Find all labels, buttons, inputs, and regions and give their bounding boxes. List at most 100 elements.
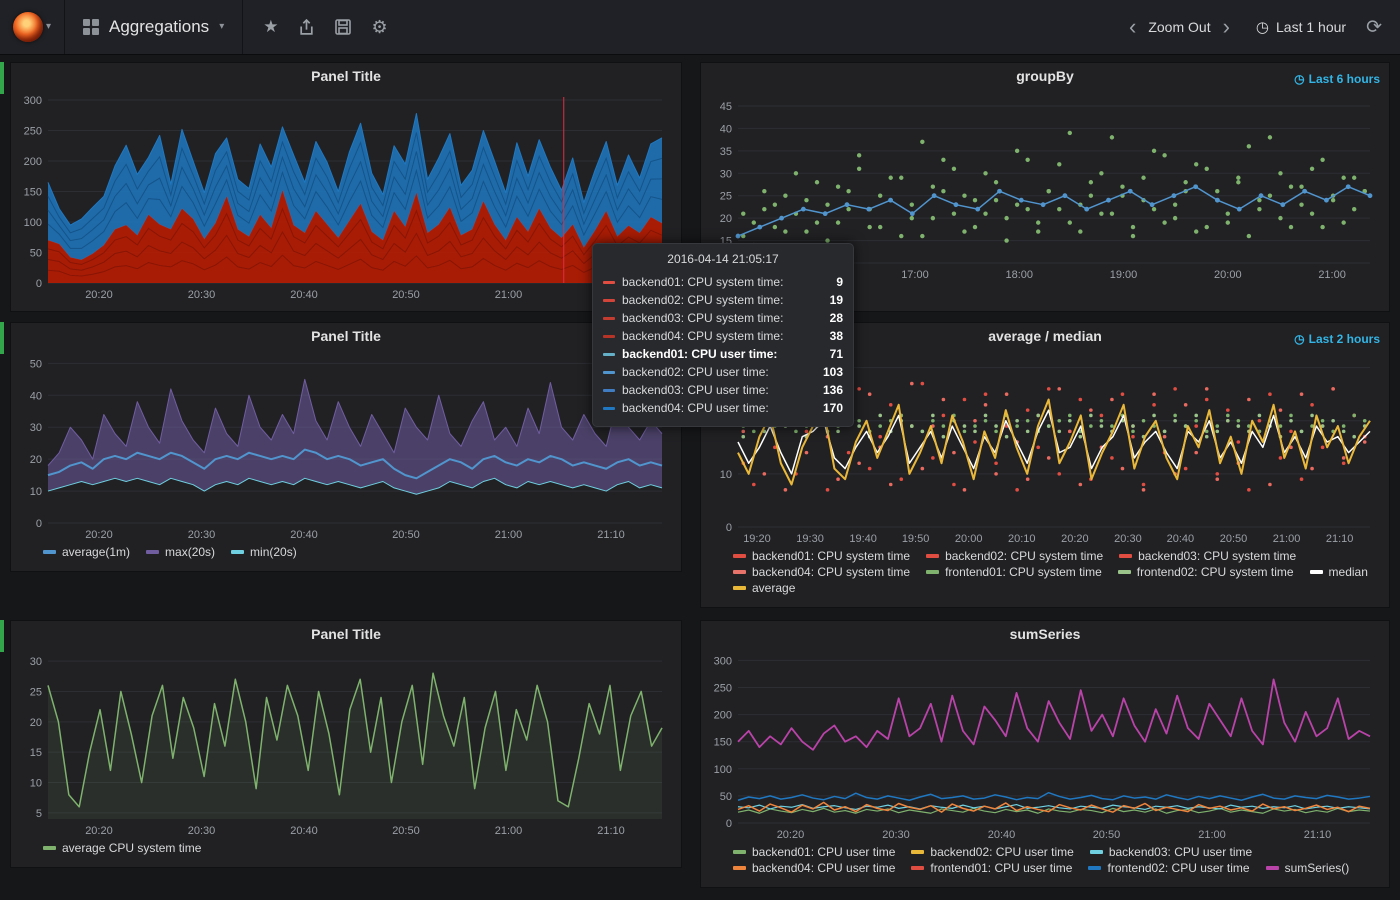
row-toggle[interactable]: [0, 620, 4, 652]
panel-stacked-cpu: Panel Title 05010015020025030020:2020:30…: [10, 62, 682, 312]
svg-text:21:10: 21:10: [1304, 829, 1332, 841]
tooltip-series-row: backend01: CPU system time:9: [603, 273, 843, 291]
svg-text:20:50: 20:50: [392, 529, 420, 541]
panel-avg-max-min: Panel Title 0102030405020:2020:3020:4020…: [10, 322, 682, 572]
settings-gear-icon[interactable]: ⚙: [371, 17, 387, 38]
legend-item[interactable]: backend01: CPU system time: [733, 549, 910, 563]
legend-item[interactable]: backend02: CPU user time: [911, 845, 1073, 859]
svg-text:19:00: 19:00: [1110, 269, 1138, 281]
share-icon[interactable]: [298, 19, 315, 36]
svg-text:300: 300: [714, 655, 732, 667]
svg-text:21:00: 21:00: [495, 529, 523, 541]
svg-text:50: 50: [720, 791, 732, 803]
chevron-left-icon[interactable]: ‹: [1127, 17, 1138, 37]
svg-text:20:40: 20:40: [290, 529, 318, 541]
svg-text:200: 200: [714, 710, 732, 722]
legend-item[interactable]: backend02: CPU system time: [926, 549, 1103, 563]
refresh-icon[interactable]: ⟳: [1366, 16, 1382, 39]
svg-text:25: 25: [30, 686, 42, 698]
panel-time-override[interactable]: ◷ Last 6 hours: [1294, 72, 1380, 86]
svg-text:19:50: 19:50: [902, 533, 930, 545]
svg-text:15: 15: [30, 747, 42, 759]
svg-text:21:00: 21:00: [495, 825, 523, 837]
svg-text:200: 200: [24, 156, 42, 168]
svg-text:250: 250: [714, 683, 732, 695]
legend-item[interactable]: backend03: CPU system time: [1119, 549, 1296, 563]
legend-item[interactable]: backend01: CPU user time: [733, 845, 895, 859]
panel-title[interactable]: sumSeries: [701, 621, 1389, 647]
svg-text:30: 30: [30, 656, 42, 668]
tooltip-series-row: backend04: CPU user time:170: [603, 399, 843, 417]
legend-item[interactable]: average(1m): [43, 545, 130, 559]
svg-text:19:40: 19:40: [849, 533, 877, 545]
svg-text:21:00: 21:00: [495, 289, 523, 301]
zoom-out-button[interactable]: Zoom Out: [1148, 19, 1210, 35]
legend-item[interactable]: min(20s): [231, 545, 297, 559]
svg-text:100: 100: [24, 217, 42, 229]
svg-text:150: 150: [714, 737, 732, 749]
legend-item[interactable]: sumSeries(): [1266, 861, 1350, 875]
svg-text:30: 30: [30, 422, 42, 434]
save-icon[interactable]: [335, 19, 351, 35]
svg-text:20:40: 20:40: [988, 829, 1016, 841]
legend-item[interactable]: backend04: CPU user time: [733, 861, 895, 875]
legend-item[interactable]: backend04: CPU system time: [733, 565, 910, 579]
legend-item[interactable]: median: [1310, 565, 1368, 579]
svg-text:10: 10: [30, 486, 42, 498]
legend-item[interactable]: max(20s): [146, 545, 215, 559]
tooltip-timestamp: 2016-04-14 21:05:17: [603, 252, 843, 273]
legend-item[interactable]: backend03: CPU user time: [1090, 845, 1252, 859]
dashboards-grid-icon: [83, 19, 99, 35]
grafana-logo-button[interactable]: ▾: [0, 0, 65, 54]
svg-text:20:50: 20:50: [1220, 533, 1248, 545]
legend-item[interactable]: frontend01: CPU system time: [926, 565, 1102, 579]
svg-text:21:00: 21:00: [1273, 533, 1301, 545]
dashboard-picker[interactable]: Aggregations ▾: [65, 0, 243, 54]
svg-text:30: 30: [720, 168, 732, 180]
star-icon[interactable]: ★: [263, 17, 278, 37]
legend-item[interactable]: frontend01: CPU user time: [911, 861, 1072, 875]
caret-down-icon: ▾: [219, 22, 224, 32]
svg-text:45: 45: [720, 101, 732, 113]
legend-item[interactable]: average: [733, 581, 795, 595]
svg-text:50: 50: [30, 358, 42, 370]
legend-item[interactable]: frontend02: CPU user time: [1088, 861, 1249, 875]
chevron-right-icon[interactable]: ›: [1221, 17, 1232, 37]
chart-canvas[interactable]: 0102030405020:2020:3020:4020:5021:0021:1…: [16, 349, 676, 543]
svg-text:21:10: 21:10: [597, 825, 625, 837]
legend: backend01: CPU user time backend02: CPU u…: [701, 843, 1389, 879]
panel-title[interactable]: Panel Title: [11, 63, 681, 89]
panel-title[interactable]: groupBy: [701, 63, 1389, 89]
panel-title[interactable]: Panel Title: [11, 621, 681, 647]
chart-canvas[interactable]: 05010015020025030020:2020:3020:4020:5021…: [16, 89, 676, 303]
svg-text:20:20: 20:20: [85, 825, 113, 837]
svg-text:250: 250: [24, 126, 42, 138]
svg-text:20:30: 20:30: [188, 289, 216, 301]
svg-text:0: 0: [726, 522, 732, 534]
time-range-button[interactable]: ◷ Last 1 hour: [1256, 18, 1346, 36]
row-toggle[interactable]: [0, 322, 4, 354]
svg-text:20: 20: [30, 454, 42, 466]
chart-canvas[interactable]: 05010015020025030020:2020:3020:4020:5021…: [706, 647, 1384, 843]
chart-canvas[interactable]: 5101520253020:2020:3020:4020:5021:0021:1…: [16, 647, 676, 839]
svg-text:21:10: 21:10: [1326, 533, 1354, 545]
svg-text:20:10: 20:10: [1008, 533, 1036, 545]
legend-item[interactable]: average CPU system time: [43, 841, 201, 855]
svg-text:0: 0: [36, 518, 42, 530]
tooltip-series-row: backend02: CPU system time:19: [603, 291, 843, 309]
svg-text:100: 100: [714, 764, 732, 776]
tooltip-series-row: backend03: CPU user time:136: [603, 381, 843, 399]
legend: average(1m) max(20s) min(20s): [11, 543, 681, 563]
navbar: ▾ Aggregations ▾ ★ ⚙ ‹ Zoom Out › ◷ Last…: [0, 0, 1400, 55]
svg-text:5: 5: [36, 808, 42, 820]
svg-text:19:30: 19:30: [796, 533, 824, 545]
panel-title[interactable]: Panel Title: [11, 323, 681, 349]
clock-icon: ◷: [1294, 332, 1304, 346]
svg-text:20:20: 20:20: [85, 529, 113, 541]
legend-item[interactable]: frontend02: CPU system time: [1118, 565, 1294, 579]
grafana-logo-icon: [13, 12, 43, 42]
panel-time-override[interactable]: ◷ Last 2 hours: [1294, 332, 1380, 346]
row-toggle[interactable]: [0, 62, 4, 94]
legend: backend01: CPU system time backend02: CPU…: [701, 547, 1389, 599]
clock-icon: ◷: [1256, 18, 1269, 36]
